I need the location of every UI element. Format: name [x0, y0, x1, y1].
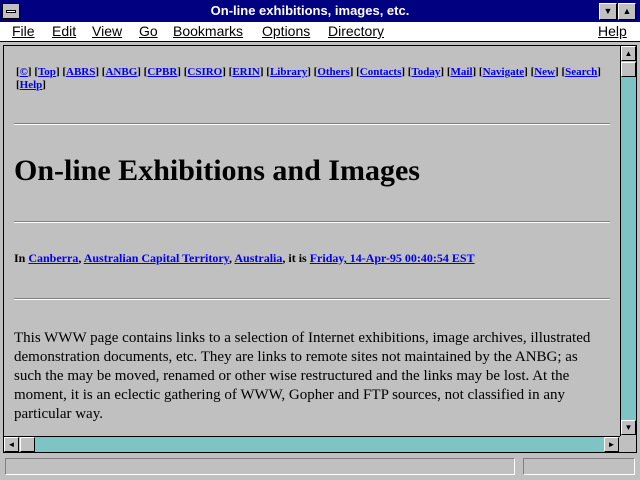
menu-edit[interactable]: Edit — [52, 23, 76, 39]
menu-help-label: Help — [598, 23, 627, 39]
nav-link[interactable]: Contacts — [360, 66, 402, 78]
vertical-scroll-track[interactable] — [621, 62, 636, 420]
scroll-up-button[interactable]: ▲ — [621, 46, 636, 61]
window-title: On-line exhibitions, images, etc. — [210, 3, 410, 18]
menu-bookmarks[interactable]: Bookmarks — [173, 23, 243, 39]
menu-view-label: View — [92, 23, 123, 39]
menu-directory[interactable]: Directory — [328, 23, 384, 39]
scroll-corner — [620, 436, 636, 452]
menu-file-label: File — [12, 23, 35, 39]
system-menu-button[interactable] — [2, 3, 20, 19]
nav-link[interactable]: Today — [411, 66, 440, 78]
browser-window: On-line exhibitions, images, etc. ▼ ▲ Fi… — [0, 0, 640, 480]
menu-bar: File Edit View Go Bookmarks Options Dire… — [0, 22, 640, 42]
nav-link[interactable]: ANBG — [105, 66, 137, 78]
divider — [14, 123, 610, 125]
divider — [14, 298, 610, 300]
horizontal-scroll-track[interactable] — [20, 437, 604, 452]
minimize-button[interactable]: ▼ — [599, 3, 617, 20]
horizontal-scrollbar[interactable]: ◄ ► — [4, 436, 620, 452]
maximize-button[interactable]: ▲ — [618, 3, 636, 20]
nav-link[interactable]: Library — [270, 66, 307, 78]
nav-links: [©] [Top] [ABRS] [ANBG] [CPBR] [CSIRO] [… — [16, 66, 601, 91]
intro-paragraph: This WWW page contains links to a select… — [14, 330, 591, 422]
link-canberra[interactable]: Canberra — [28, 251, 78, 265]
menu-edit-label: Edit — [52, 23, 77, 39]
nav-link[interactable]: Mail — [451, 66, 473, 78]
nav-link[interactable]: CPBR — [147, 66, 177, 78]
location-line: In Canberra, Australian Capital Territor… — [14, 251, 475, 266]
divider — [14, 221, 610, 223]
status-bar — [3, 456, 637, 478]
vertical-scrollbar[interactable]: ▲ ▼ — [620, 46, 636, 436]
nav-link[interactable]: CSIRO — [187, 66, 222, 78]
nav-link[interactable]: Help — [20, 79, 43, 91]
document-frame: [©] [Top] [ABRS] [ANBG] [CPBR] [CSIRO] [… — [3, 45, 637, 453]
scroll-right-button[interactable]: ► — [604, 437, 619, 452]
nav-link[interactable]: Navigate — [483, 66, 525, 78]
status-text — [5, 458, 515, 475]
horizontal-scroll-thumb[interactable] — [20, 437, 35, 452]
link-australia[interactable]: Australia — [234, 251, 282, 265]
nav-link[interactable]: New — [534, 66, 555, 78]
menu-directory-label: Directory — [328, 23, 385, 39]
nav-link[interactable]: ERIN — [232, 66, 260, 78]
nav-link[interactable]: Top — [38, 66, 56, 78]
menu-help[interactable]: Help — [598, 23, 627, 39]
nav-link[interactable]: Others — [317, 66, 349, 78]
scroll-down-button[interactable]: ▼ — [621, 420, 636, 435]
location-prefix: In — [14, 251, 29, 265]
link-act[interactable]: Australian Capital Territory — [84, 251, 229, 265]
menu-bookmarks-label: Bookmarks — [173, 23, 244, 39]
menu-view[interactable]: View — [92, 23, 122, 39]
page-heading: On-line Exhibitions and Images — [14, 154, 420, 187]
menu-options-label: Options — [262, 23, 311, 39]
link-datetime[interactable]: Friday, 14-Apr-95 00:40:54 EST — [310, 251, 475, 265]
location-middle: , it is — [282, 251, 310, 265]
scroll-left-button[interactable]: ◄ — [4, 437, 19, 452]
menu-go[interactable]: Go — [139, 23, 158, 39]
nav-link[interactable]: © — [20, 66, 28, 78]
title-bar[interactable]: On-line exhibitions, images, etc. ▼ ▲ — [0, 0, 640, 22]
menu-go-label: Go — [139, 23, 158, 39]
menu-file[interactable]: File — [12, 23, 35, 39]
progress-indicator — [523, 458, 635, 475]
menu-options[interactable]: Options — [262, 23, 310, 39]
document-view: [©] [Top] [ABRS] [ANBG] [CPBR] [CSIRO] [… — [4, 46, 620, 436]
nav-link[interactable]: ABRS — [66, 66, 95, 78]
nav-link[interactable]: Search — [565, 66, 597, 78]
vertical-scroll-thumb[interactable] — [621, 62, 636, 77]
system-menu-icon — [6, 10, 16, 13]
